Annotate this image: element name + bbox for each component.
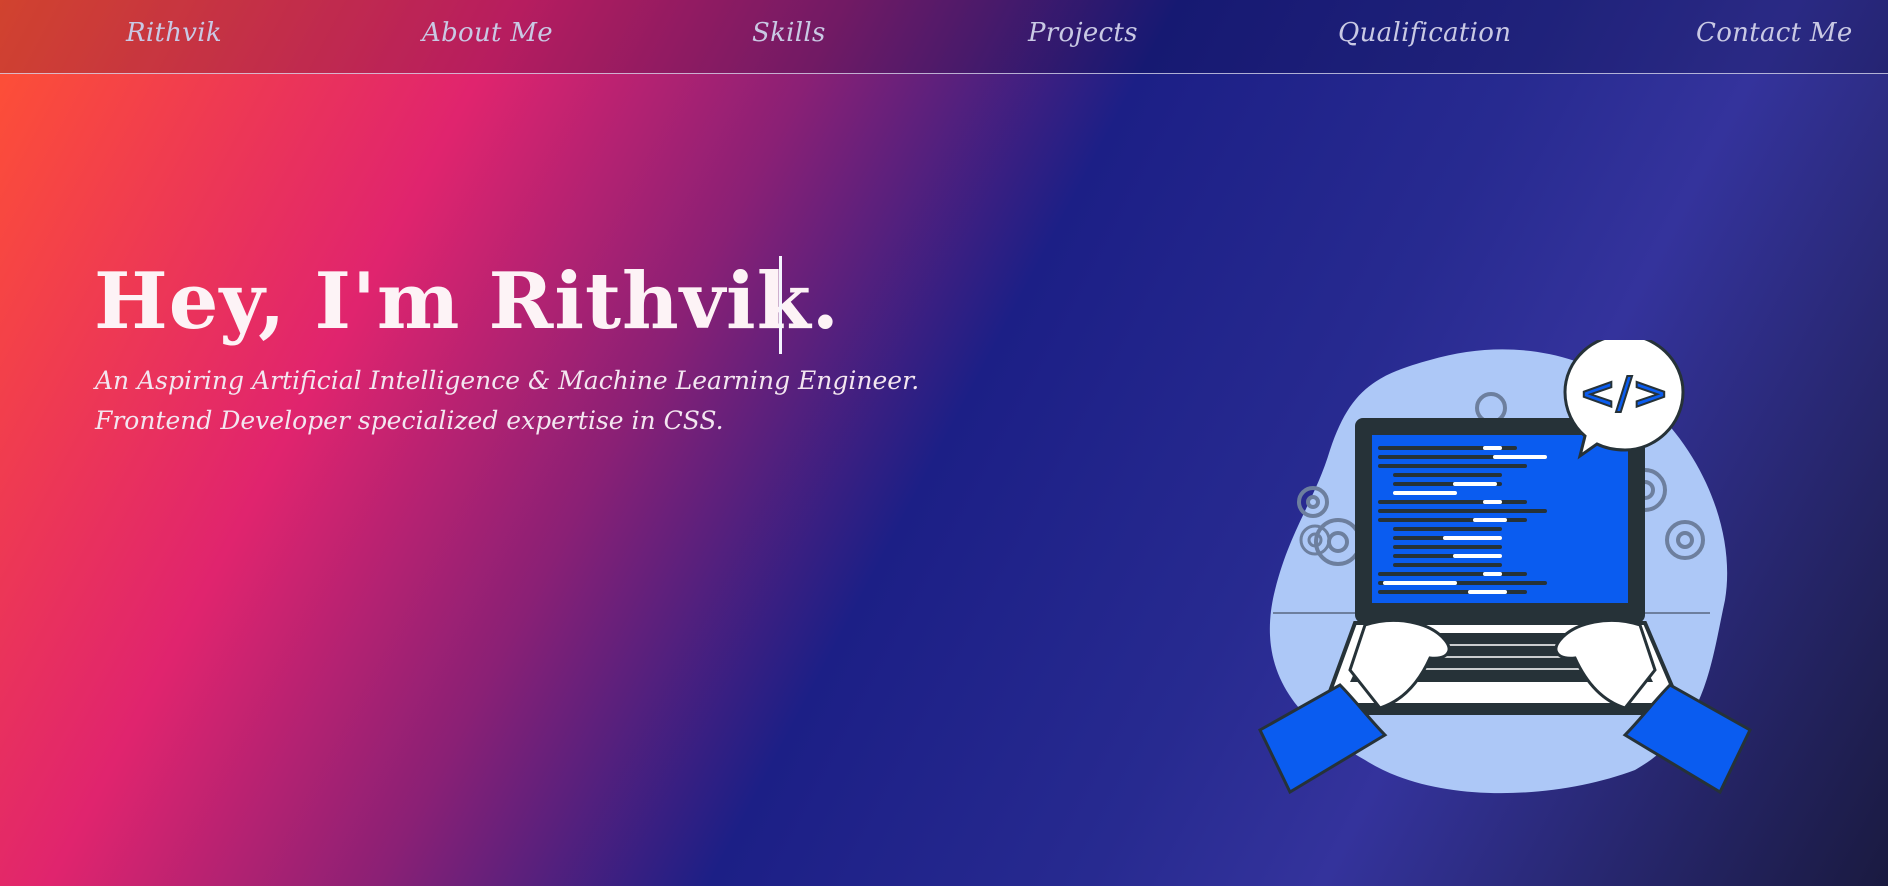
code-tag-icon: </> — [1579, 368, 1669, 419]
nav-link-qualification[interactable]: Qualification — [1338, 18, 1511, 48]
nav-brand-link[interactable]: Rithvik — [126, 18, 222, 48]
hero-title: Hey, I'm Rithvik. — [94, 256, 840, 347]
nav-link-about-me[interactable]: About Me — [422, 18, 553, 48]
nav-link-projects[interactable]: Projects — [1028, 18, 1138, 48]
navbar: Rithvik About Me Skills Projects Qualifi… — [0, 0, 1888, 74]
typing-cursor — [779, 256, 782, 354]
nav-link-skills[interactable]: Skills — [752, 18, 826, 48]
hero-subtitle-line-2: Frontend Developer specialized expertise… — [95, 406, 724, 435]
hero-subtitle-line-1: An Aspiring Artificial Intelligence & Ma… — [95, 366, 920, 395]
nav-link-contact-me[interactable]: Contact Me — [1696, 18, 1853, 48]
laptop-coding-icon: </> — [1258, 340, 1752, 795]
